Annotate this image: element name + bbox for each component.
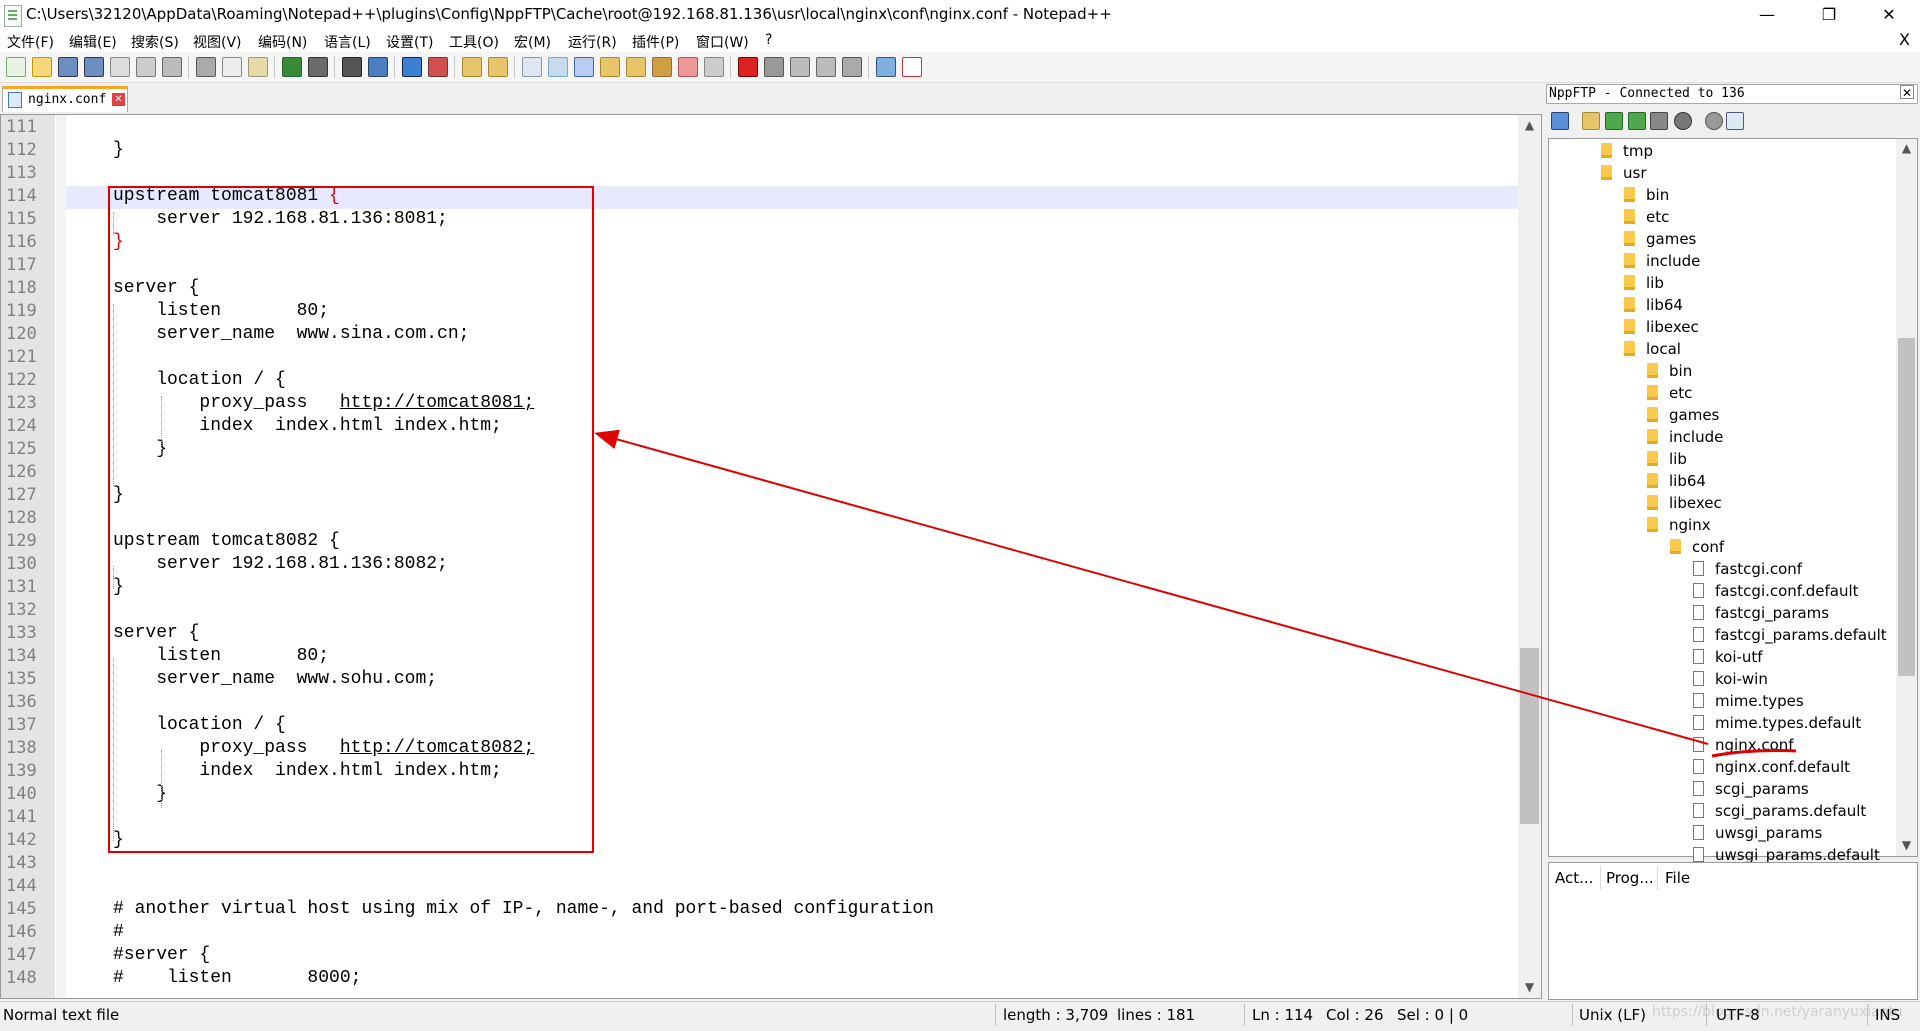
status-length: length : 3,709 [1003,1006,1109,1024]
status-line-number: Ln : 114 [1252,1006,1314,1024]
status-lines: lines : 181 [1117,1006,1196,1024]
status-separator [1867,1004,1868,1026]
annotation-arrow [594,429,1797,758]
status-separator [995,1004,996,1026]
status-selection: Sel : 0 | 0 [1397,1006,1469,1024]
status-separator [1244,1004,1245,1026]
status-encoding[interactable]: UTF-8 [1716,1006,1760,1024]
status-file-type: Normal text file [3,1006,120,1024]
watermark: https://blog.csdn.net/yaranyuxiaotu [1652,1004,1903,1020]
status-column: Col : 26 [1326,1006,1384,1024]
status-separator [1706,1004,1707,1026]
status-insert-mode: INS [1875,1006,1901,1024]
status-eol[interactable]: Unix (LF) [1579,1006,1646,1024]
status-separator [1572,1004,1573,1026]
